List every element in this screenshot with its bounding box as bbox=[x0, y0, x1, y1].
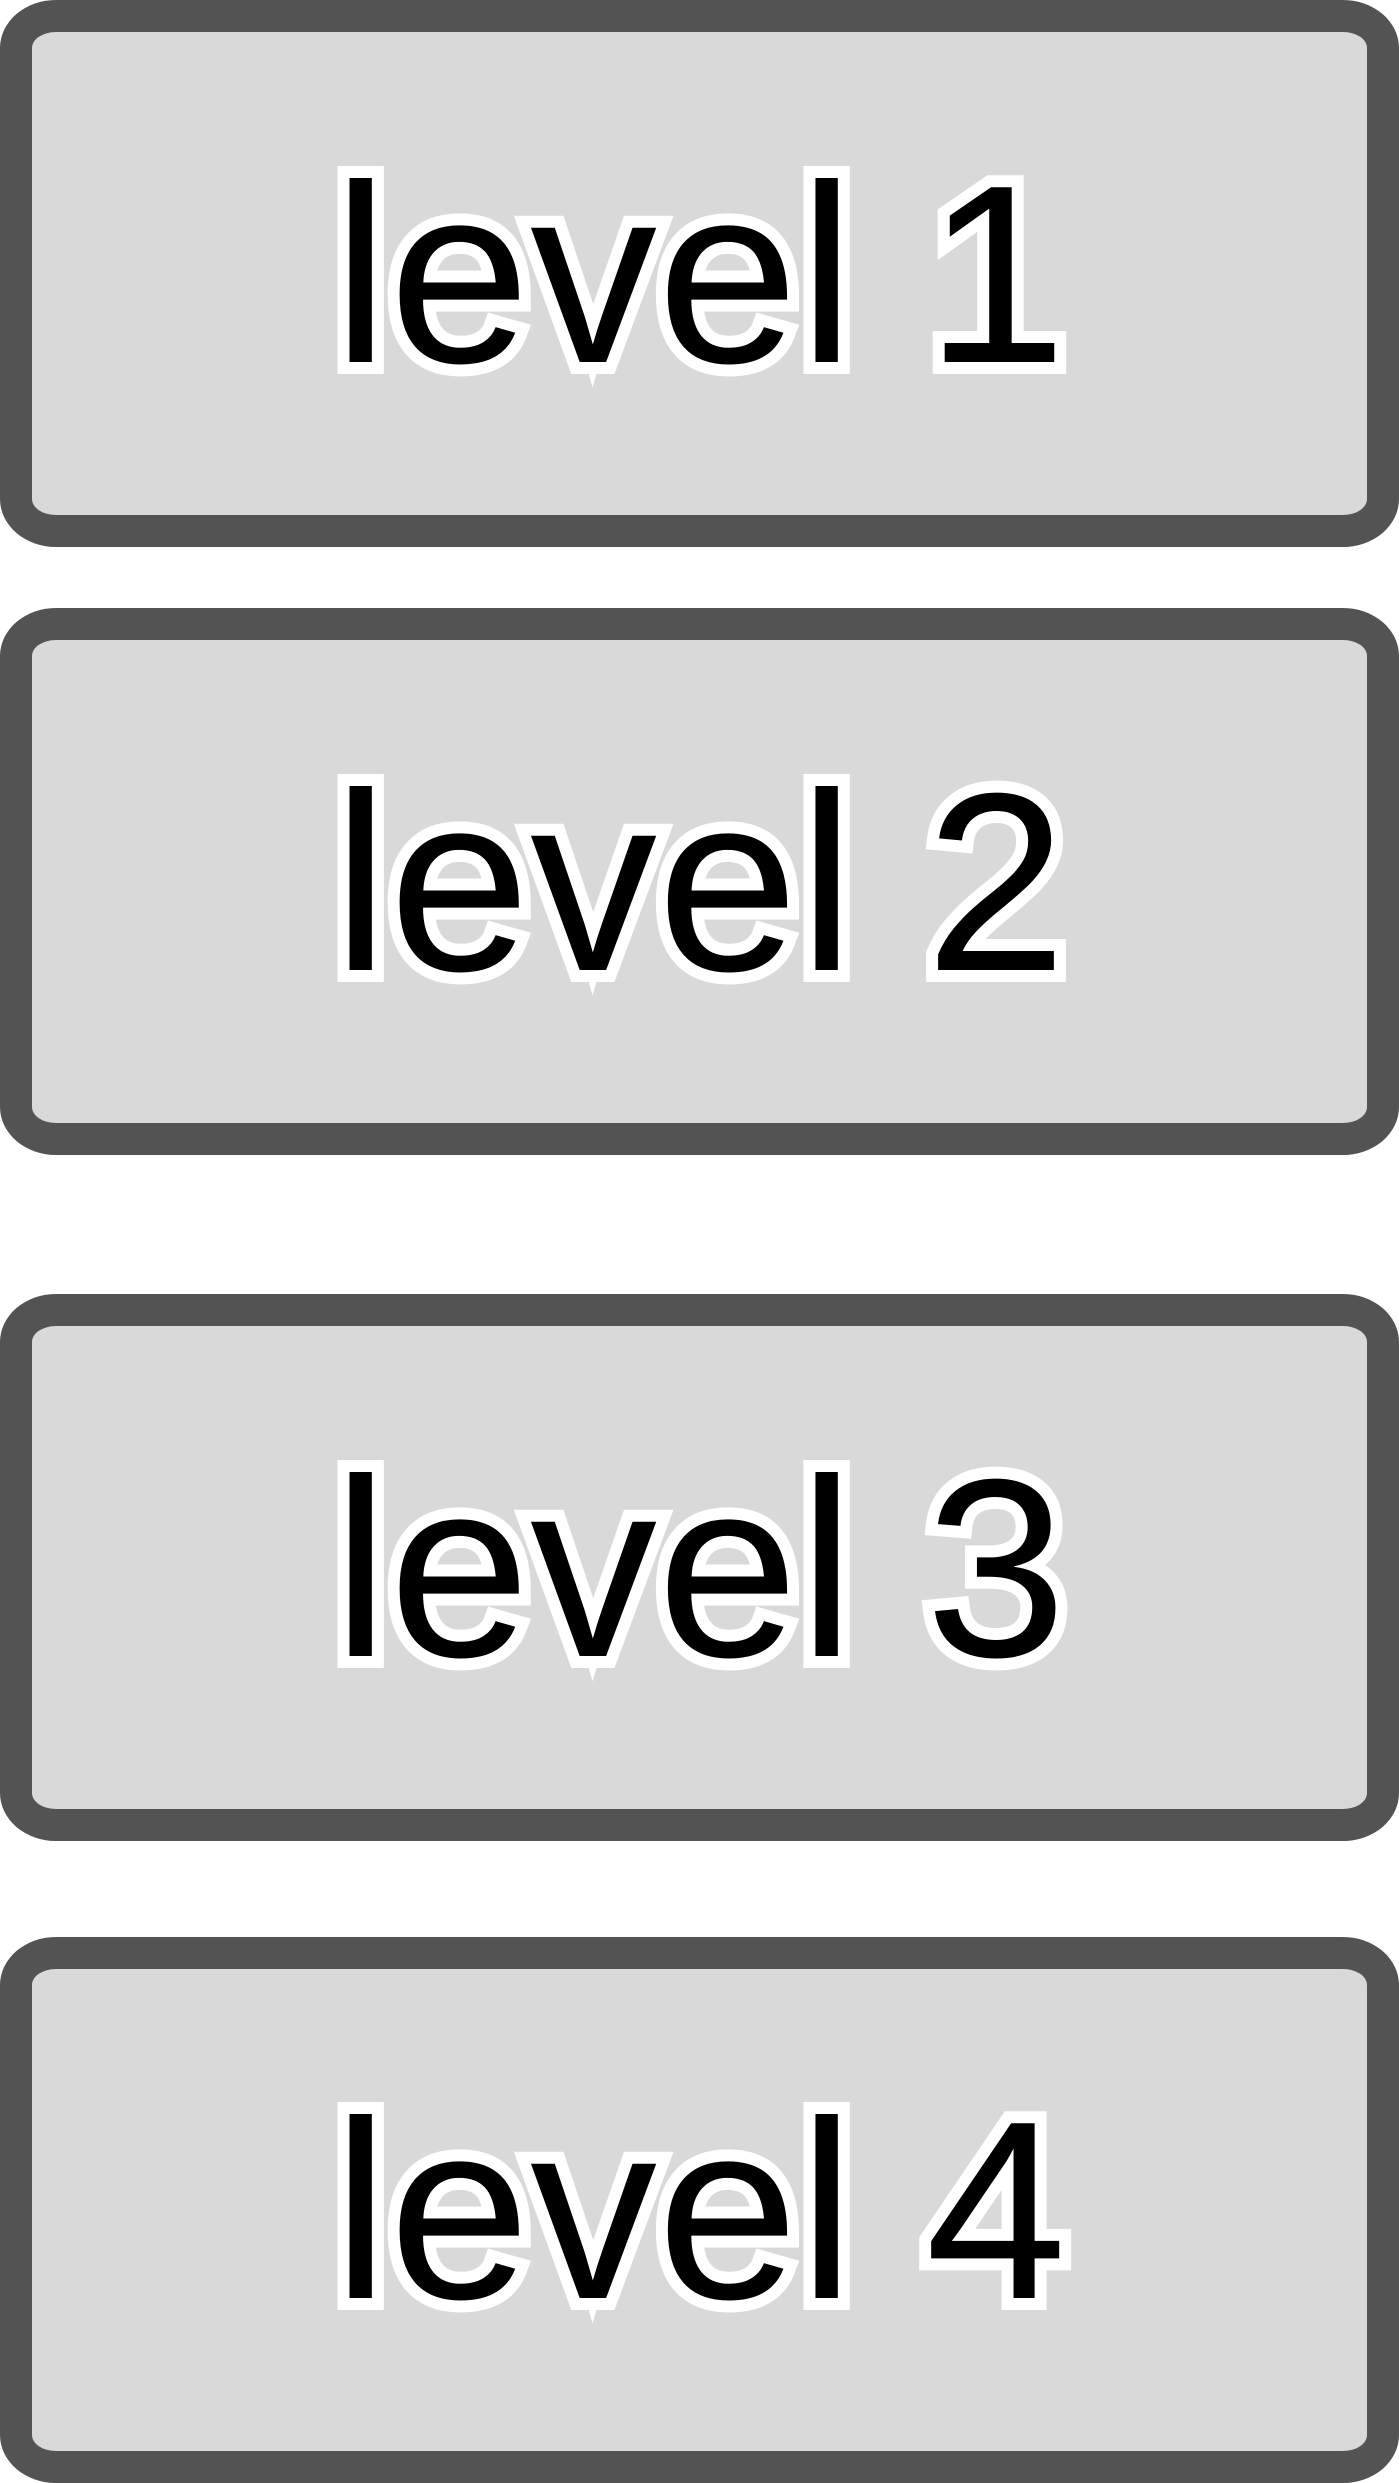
level-2-label: level 2 bbox=[320, 739, 1078, 1024]
level-4-label: level 4 bbox=[320, 2068, 1078, 2352]
level-3-button[interactable]: level 3 bbox=[0, 1294, 1399, 1841]
level-1-button[interactable]: level 1 bbox=[0, 0, 1399, 547]
level-2-button[interactable]: level 2 bbox=[0, 608, 1399, 1155]
level-1-label: level 1 bbox=[320, 131, 1078, 416]
level-4-button[interactable]: level 4 bbox=[0, 1937, 1399, 2483]
level-3-label: level 3 bbox=[320, 1425, 1078, 1710]
